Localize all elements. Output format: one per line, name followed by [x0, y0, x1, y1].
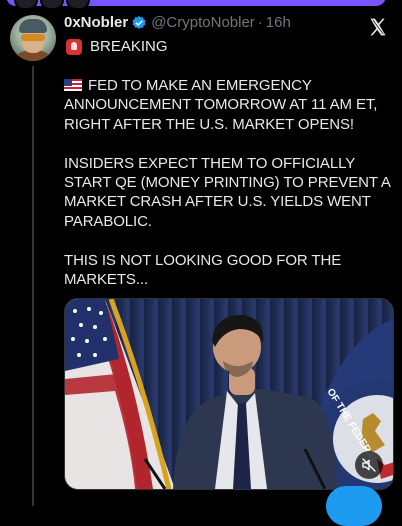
thread-line: [32, 66, 34, 506]
post-header: 0xNobler @CryptoNobler · 16h: [64, 14, 291, 31]
top-avatar-stack: [14, 0, 90, 10]
mute-button[interactable]: [355, 451, 383, 479]
author-name[interactable]: 0xNobler: [64, 14, 128, 31]
paragraph-1-text: FED TO MAKE AN EMERGENCY ANNOUNCEMENT TO…: [64, 77, 378, 133]
breaking-line: BREAKING: [66, 38, 168, 55]
compose-button[interactable]: [326, 486, 382, 526]
paragraph-3: THIS IS NOT LOOKING GOOD FOR THE MARKETS…: [64, 251, 342, 289]
siren-icon: [66, 38, 82, 55]
breaking-label: BREAKING: [90, 38, 168, 55]
x-logo-icon[interactable]: [368, 17, 388, 37]
avatar[interactable]: [10, 15, 56, 61]
video-media[interactable]: OF THE FEDERAL: [64, 298, 394, 490]
paragraph-1: FED TO MAKE AN EMERGENCY ANNOUNCEMENT TO…: [64, 76, 394, 134]
post-time[interactable]: 16h: [266, 14, 291, 31]
muted-speaker-icon: [362, 458, 376, 472]
author-handle[interactable]: @CryptoNobler: [151, 14, 255, 31]
press-conference-image: OF THE FEDERAL: [65, 299, 393, 489]
separator-dot: ·: [257, 14, 263, 31]
post-body: FED TO MAKE AN EMERGENCY ANNOUNCEMENT TO…: [64, 76, 394, 289]
us-flag-icon: [64, 79, 82, 91]
verified-badge-icon: [132, 15, 146, 29]
paragraph-2: INSIDERS EXPECT THEM TO OFFICIALLY START…: [64, 154, 390, 230]
